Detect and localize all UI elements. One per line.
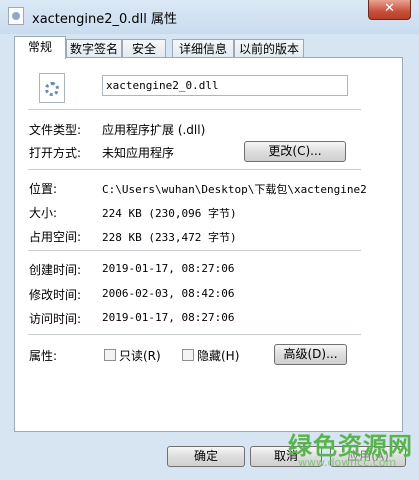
tab-security[interactable]: 安全 <box>122 39 166 58</box>
hidden-checkbox[interactable] <box>182 349 194 361</box>
tab-digital-signature[interactable]: 数字签名 <box>66 39 122 58</box>
location-label: 位置: <box>29 182 58 196</box>
advanced-button[interactable]: 高级(D)... <box>274 344 347 365</box>
title-bar: xactengine2_0.dll 属性 ✕ <box>0 0 419 34</box>
general-panel: xactengine2_0.dll 文件类型: 应用程序扩展 (.dll) 打开… <box>14 57 403 432</box>
dll-file-icon <box>39 73 65 103</box>
readonly-checkbox[interactable] <box>104 349 116 361</box>
disk-size-label: 占用空间: <box>29 230 82 244</box>
location-value: C:\Users\wuhan\Desktop\下载包\xactengine2 <box>102 183 367 196</box>
created-label: 创建时间: <box>29 263 82 277</box>
divider <box>28 334 361 335</box>
disk-size-value: 228 KB (233,472 字节) <box>102 231 237 244</box>
change-button[interactable]: 更改(C)... <box>244 141 346 162</box>
watermark-url: www.downcc.com <box>298 456 397 469</box>
accessed-label: 访问时间: <box>29 312 82 326</box>
file-type-label: 文件类型: <box>29 123 82 137</box>
size-value: 224 KB (230,096 字节) <box>102 207 237 220</box>
created-value: 2019-01-17, 08:27:06 <box>102 262 235 275</box>
close-button[interactable]: ✕ <box>368 0 411 20</box>
file-icon <box>8 7 24 25</box>
size-label: 大小: <box>29 206 58 220</box>
modified-label: 修改时间: <box>29 288 82 302</box>
tab-details[interactable]: 详细信息 <box>172 39 234 58</box>
hidden-label[interactable]: 隐藏(H) <box>197 347 239 364</box>
divider <box>28 169 361 170</box>
modified-value: 2006-02-03, 08:42:06 <box>102 287 235 300</box>
file-type-value: 应用程序扩展 (.dll) <box>102 123 206 137</box>
gear-icon <box>45 82 59 96</box>
tab-previous-versions[interactable]: 以前的版本 <box>234 39 304 58</box>
window-title: xactengine2_0.dll 属性 <box>32 12 178 27</box>
accessed-value: 2019-01-17, 08:27:06 <box>102 311 235 324</box>
open-with-value: 未知应用程序 <box>102 146 175 160</box>
readonly-label[interactable]: 只读(R) <box>119 347 161 364</box>
divider <box>28 109 361 110</box>
tab-general[interactable]: 常规 <box>14 36 66 59</box>
file-name-field[interactable]: xactengine2_0.dll <box>102 75 348 96</box>
ok-button[interactable]: 确定 <box>167 446 245 467</box>
attributes-label: 属性: <box>29 349 58 363</box>
open-with-label: 打开方式: <box>29 146 82 160</box>
divider <box>28 250 361 251</box>
